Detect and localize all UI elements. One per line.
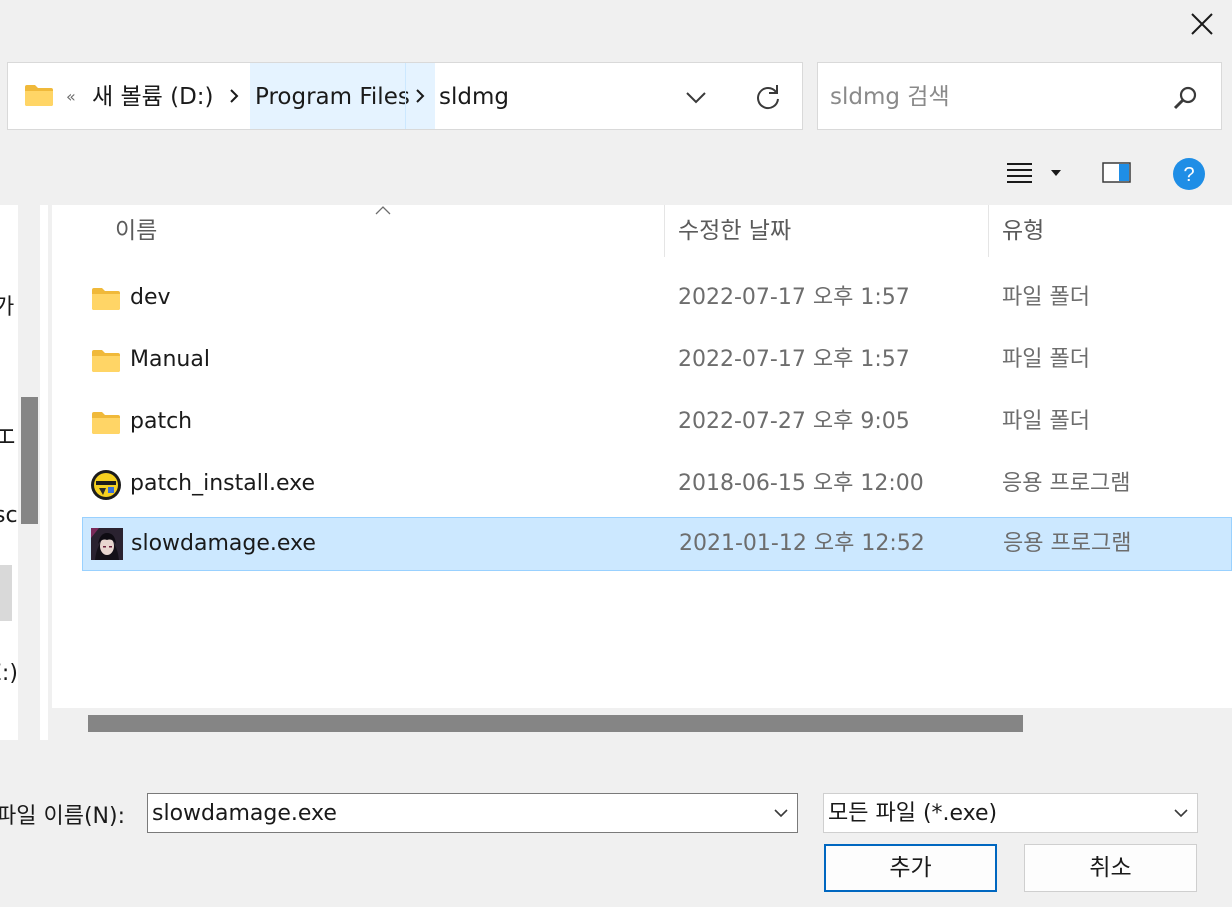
sort-ascending-icon: [375, 206, 391, 215]
breadcrumb-overflow[interactable]: «: [66, 63, 76, 129]
column-header-date[interactable]: 수정한 날짜: [678, 205, 791, 257]
search-icon[interactable]: [1172, 85, 1198, 111]
filename-value: slowdamage.exe: [152, 801, 337, 826]
file-name: patch_install.exe: [130, 471, 315, 496]
dialog-footer: 파일 이름(N): slowdamage.exe 모든 파일 (*.exe) 추…: [0, 740, 1232, 907]
chevron-right-icon[interactable]: [228, 87, 240, 105]
refresh-icon[interactable]: [754, 83, 782, 111]
file-date: 2022-07-17 오후 1:57: [678, 285, 910, 310]
file-date: 2022-07-17 오후 1:57: [678, 347, 910, 372]
column-header-name[interactable]: 이름: [115, 205, 157, 257]
file-name: patch: [130, 409, 193, 434]
app-portrait-icon: [91, 528, 123, 560]
file-type-filter-value: 모든 파일 (*.exe): [828, 801, 998, 826]
breadcrumb-hover-divider: [405, 63, 406, 129]
filename-label: 파일 이름(N):: [0, 804, 125, 829]
column-header-type[interactable]: 유형: [1002, 205, 1044, 257]
file-date: 2018-06-15 오후 12:00: [678, 471, 924, 496]
column-divider[interactable]: [664, 205, 665, 257]
file-row[interactable]: patch 2022-07-27 오후 9:05 파일 폴더: [82, 396, 1232, 450]
file-row[interactable]: dev 2022-07-17 오후 1:57 파일 폴더: [82, 272, 1232, 326]
file-row-selected[interactable]: slowdamage.exe 2021-01-12 오후 12:52 응용 프로…: [82, 517, 1232, 571]
nav-scrollbar-thumb[interactable]: [21, 397, 38, 524]
cancel-button[interactable]: 취소: [1024, 844, 1197, 892]
folder-icon: [92, 350, 120, 372]
file-row[interactable]: Manual 2022-07-17 오후 1:57 파일 폴더: [82, 334, 1232, 388]
file-type: 파일 폴더: [1002, 285, 1090, 310]
breadcrumb-program-files[interactable]: Program Files: [255, 63, 410, 129]
help-icon[interactable]: ?: [1172, 157, 1206, 191]
horizontal-scrollbar[interactable]: [52, 708, 1232, 740]
file-type: 파일 폴더: [1002, 347, 1090, 372]
breadcrumb-drive[interactable]: 새 볼륨 (D:): [92, 63, 214, 129]
close-icon: [1191, 13, 1213, 35]
nav-item-fragment[interactable]: E:): [0, 661, 18, 686]
svg-text:?: ?: [1183, 164, 1194, 186]
chevron-down-icon[interactable]: [773, 807, 789, 819]
horizontal-scrollbar-thumb[interactable]: [88, 715, 1023, 732]
file-type: 파일 폴더: [1002, 409, 1090, 434]
search-input[interactable]: sldmg 검색: [817, 62, 1222, 130]
nav-item-fragment[interactable]: 가: [0, 289, 14, 321]
file-list[interactable]: 이름 수정한 날짜 유형 dev 2022-07-17 오후 1:57 파일 폴…: [52, 205, 1232, 708]
file-date: 2021-01-12 오후 12:52: [679, 531, 925, 556]
preview-pane-icon[interactable]: [1102, 162, 1132, 184]
breadcrumb-sldmg[interactable]: sldmg: [439, 63, 509, 129]
filename-input[interactable]: slowdamage.exe: [147, 793, 798, 833]
search-placeholder: sldmg 검색: [830, 84, 950, 110]
chevron-down-icon[interactable]: [685, 91, 707, 105]
add-button[interactable]: 추가: [824, 844, 997, 892]
folder-icon: [92, 412, 120, 434]
view-details-icon[interactable]: [1006, 161, 1034, 185]
folder-icon: [92, 288, 120, 310]
chevron-right-icon[interactable]: [414, 87, 426, 105]
address-bar[interactable]: « 새 볼륨 (D:) Program Files sldmg: [7, 62, 803, 130]
file-date: 2022-07-27 오후 9:05: [678, 409, 910, 434]
nav-item-selected-bg: [0, 565, 12, 621]
file-name: dev: [130, 285, 171, 310]
nav-item-fragment[interactable]: sc: [0, 503, 18, 528]
close-button[interactable]: [1178, 2, 1226, 46]
file-type: 응용 프로그램: [1002, 471, 1131, 496]
folder-icon: [25, 85, 53, 106]
installer-icon: [91, 470, 121, 500]
file-name: Manual: [130, 347, 210, 372]
file-type: 응용 프로그램: [1003, 531, 1132, 556]
file-row[interactable]: patch_install.exe 2018-06-15 오후 12:00 응용…: [82, 458, 1232, 512]
file-name: slowdamage.exe: [131, 531, 316, 556]
toolbar: ?: [0, 143, 1232, 205]
chevron-down-icon[interactable]: [1173, 807, 1189, 819]
column-divider[interactable]: [988, 205, 989, 257]
nav-item-fragment[interactable]: エ: [0, 419, 16, 451]
file-type-filter[interactable]: 모든 파일 (*.exe): [823, 793, 1198, 833]
view-dropdown-icon[interactable]: [1050, 169, 1062, 177]
